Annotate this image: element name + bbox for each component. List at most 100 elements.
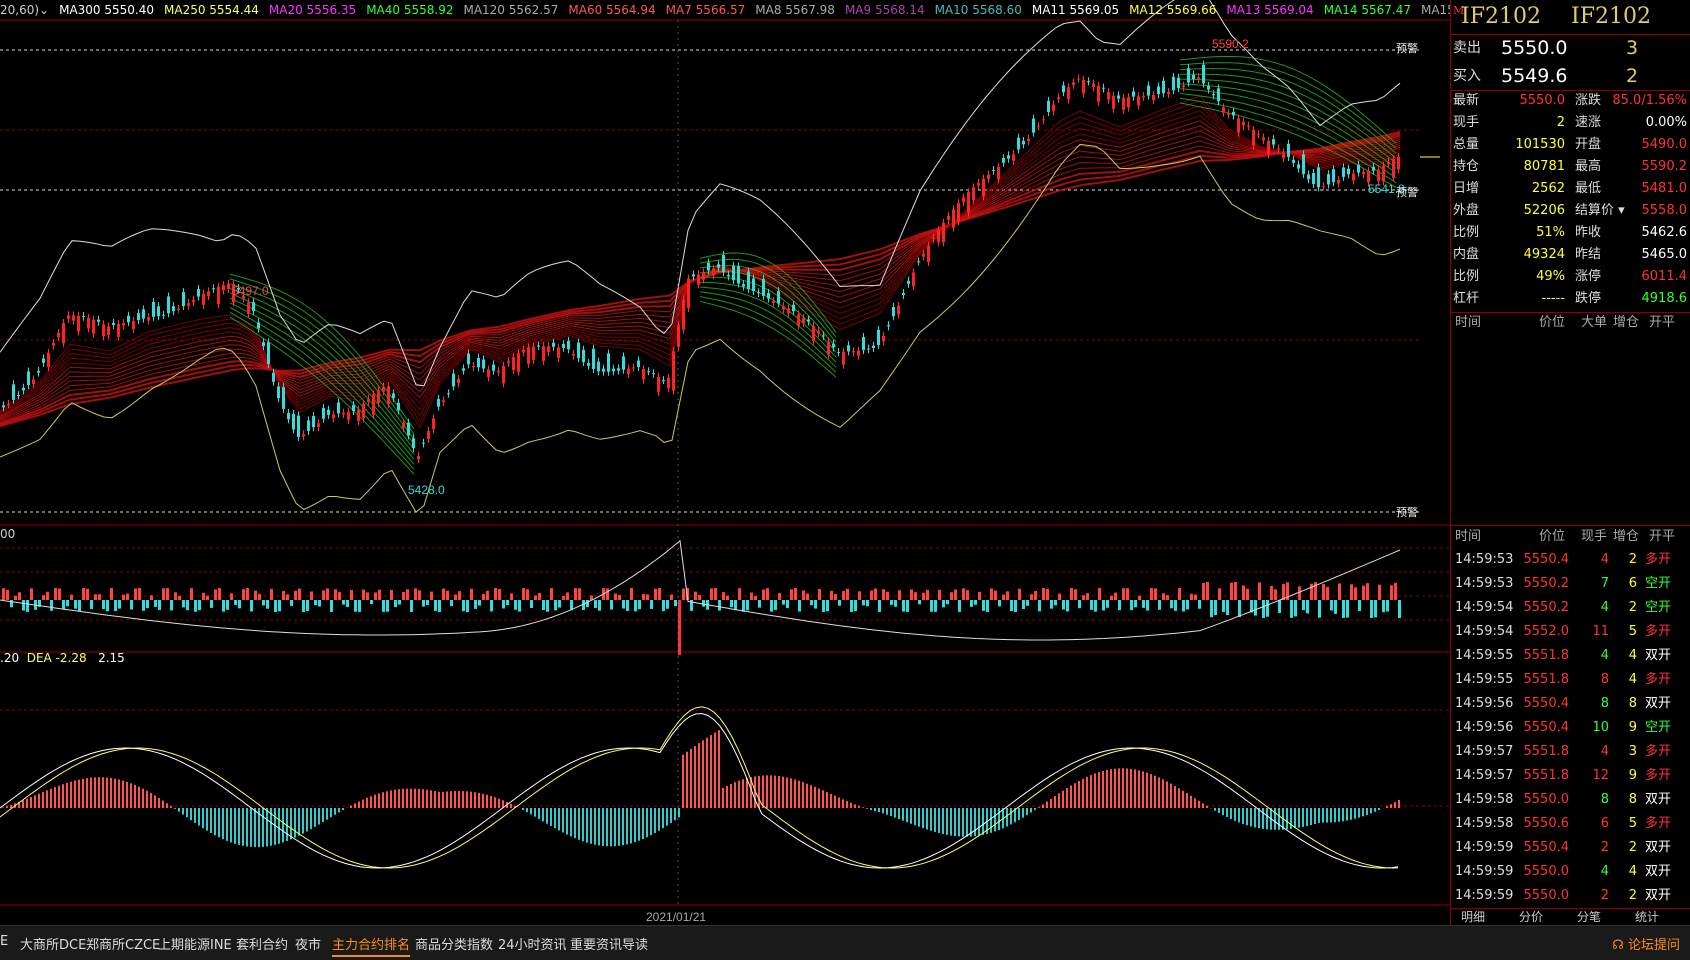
kline-chart[interactable]: 5590.25428.05497.05541.8预警预警预警2021/01/21 xyxy=(0,0,1450,925)
macd-bar xyxy=(586,808,588,843)
tick-row[interactable]: 14:59:535550.442多开 xyxy=(1451,548,1690,572)
tick-row[interactable]: 14:59:595550.044双开 xyxy=(1451,860,1690,884)
macd-bar xyxy=(874,808,876,811)
market-tab[interactable]: E xyxy=(0,934,8,949)
macd-bar xyxy=(326,808,328,820)
market-tab[interactable]: 郑商所CZCE xyxy=(86,934,160,953)
macd-bar xyxy=(758,776,760,808)
volume-bar xyxy=(682,589,685,600)
candle-body xyxy=(457,379,460,383)
forum-button[interactable]: ☊ 论坛提问 xyxy=(1612,934,1680,953)
candle-body xyxy=(1187,68,1190,82)
candle-body xyxy=(307,420,310,431)
market-tab[interactable]: 套利合约 xyxy=(236,934,288,953)
buy-row[interactable]: 买入 5549.6 2 xyxy=(1451,62,1690,90)
tick-row[interactable]: 14:59:585550.665多开 xyxy=(1451,812,1690,836)
candle-body xyxy=(837,352,840,353)
market-tab[interactable]: 商品分类指数 xyxy=(415,934,493,953)
candle-body xyxy=(712,268,715,275)
macd-bar xyxy=(1162,779,1164,808)
volume-bar xyxy=(2,588,5,600)
header-inc: 增仓 xyxy=(1613,312,1639,334)
candle-body xyxy=(1037,126,1040,127)
indicator-param-dropdown[interactable]: 20,60)⌄ xyxy=(0,3,49,17)
stat-value: 51% xyxy=(1505,222,1565,244)
market-tab[interactable]: 24小时资讯 xyxy=(498,934,567,953)
tick-row[interactable]: 14:59:535550.276空开 xyxy=(1451,572,1690,596)
tick-price: 5550.2 xyxy=(1521,596,1569,620)
market-tab[interactable]: 夜市 xyxy=(295,934,321,953)
macd-bar xyxy=(990,808,992,833)
candle-body xyxy=(792,305,795,312)
market-tab[interactable]: 上期能源INE xyxy=(158,934,232,953)
tick-row[interactable]: 14:59:545552.0115多开 xyxy=(1451,620,1690,644)
market-tab[interactable]: 主力合约排名 xyxy=(332,934,410,957)
volume-bar xyxy=(494,588,497,600)
candle-body xyxy=(442,400,445,402)
candle-body xyxy=(437,399,440,407)
volume-bar xyxy=(726,596,729,600)
volume-bar xyxy=(1302,600,1305,610)
market-tab[interactable]: 大商所DCE xyxy=(20,934,86,953)
volume-bar xyxy=(1054,600,1057,605)
macd-bar xyxy=(1122,768,1124,808)
volume-bar xyxy=(426,600,429,605)
quote-tab[interactable]: 分价 xyxy=(1519,909,1543,925)
sell-row[interactable]: 卖出 5550.0 3 xyxy=(1451,34,1690,62)
tick-row[interactable]: 14:59:555551.844双开 xyxy=(1451,644,1690,668)
macd-bar xyxy=(1058,793,1060,808)
stat-label: 比例 xyxy=(1453,266,1479,288)
volume-bar xyxy=(1266,600,1269,617)
candle-body xyxy=(647,371,650,372)
tick-row[interactable]: 14:59:595550.022双开 xyxy=(1451,884,1690,908)
macd-bar xyxy=(1182,791,1184,808)
volume-bar xyxy=(66,600,69,606)
macd-bar xyxy=(378,793,380,808)
macd-bar xyxy=(350,806,352,808)
volume-bar xyxy=(1118,600,1121,610)
macd-bar xyxy=(482,794,484,808)
chart-area[interactable]: 5590.25428.05497.05541.8预警预警预警2021/01/21… xyxy=(0,0,1450,925)
volume-bar xyxy=(1382,600,1385,612)
tick-row[interactable]: 14:59:575551.8129多开 xyxy=(1451,764,1690,788)
quote-tab[interactable]: 明细 xyxy=(1461,909,1485,925)
macd-bar xyxy=(426,790,428,808)
macd-bar xyxy=(1070,786,1072,808)
candle-body xyxy=(477,358,480,367)
macd-bar xyxy=(770,775,772,808)
tick-hand: 8 xyxy=(1579,692,1609,716)
volume-bar xyxy=(410,600,413,612)
candle-body xyxy=(142,309,145,318)
candle-body xyxy=(117,324,120,337)
volume-bar xyxy=(1102,600,1105,610)
macd-bar xyxy=(1214,808,1216,811)
quote-tab[interactable]: 统计 xyxy=(1635,909,1659,925)
macd-bar xyxy=(1074,783,1076,808)
volume-bar xyxy=(1098,588,1101,600)
volume-bar xyxy=(1190,594,1193,600)
candle-body xyxy=(907,281,910,284)
candle-body xyxy=(757,292,760,293)
quote-tab[interactable]: 分笔 xyxy=(1577,909,1601,925)
tick-row[interactable]: 14:59:585550.088双开 xyxy=(1451,788,1690,812)
tick-row[interactable]: 14:59:595550.422双开 xyxy=(1451,836,1690,860)
macd-bar xyxy=(294,808,296,838)
macd-bar xyxy=(578,808,580,840)
tick-row[interactable]: 14:59:545550.242空开 xyxy=(1451,596,1690,620)
market-tab[interactable]: 重要资讯导读 xyxy=(570,934,648,953)
tick-row[interactable]: 14:59:555551.884多开 xyxy=(1451,668,1690,692)
macd-bar xyxy=(690,749,692,808)
candle-body xyxy=(222,285,225,290)
tick-list[interactable]: 14:59:535550.442多开14:59:535550.276空开14:5… xyxy=(1451,548,1690,908)
macd-bar xyxy=(330,808,332,817)
macd-bar xyxy=(1350,808,1352,820)
header-time: 时间 xyxy=(1455,312,1481,334)
candle-body xyxy=(882,336,885,341)
macd-bar xyxy=(402,789,404,808)
sell-price: 5550.0 xyxy=(1501,34,1567,62)
candle-body xyxy=(212,288,215,289)
tick-row[interactable]: 14:59:575551.843多开 xyxy=(1451,740,1690,764)
candle-body xyxy=(772,301,775,303)
tick-row[interactable]: 14:59:565550.488双开 xyxy=(1451,692,1690,716)
tick-row[interactable]: 14:59:565550.4109空开 xyxy=(1451,716,1690,740)
